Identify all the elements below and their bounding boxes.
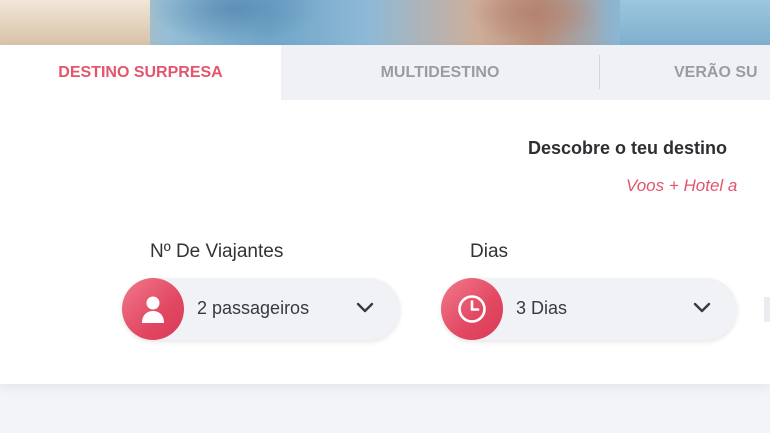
travellers-select[interactable]: 2 passageiros <box>122 278 400 340</box>
clock-icon <box>441 278 503 340</box>
days-value: 3 Dias <box>516 298 568 318</box>
person-icon <box>122 278 184 340</box>
tab-label: DESTINO SURPRESA <box>58 63 223 81</box>
tab-verao[interactable]: VERÃO SU <box>600 45 770 100</box>
subheadline: Voos + Hotel a <box>626 176 738 195</box>
page: DESTINO SURPRESA MULTIDESTINO VERÃO SU D… <box>0 0 770 433</box>
hero-image <box>0 0 770 45</box>
tab-destino-surpresa[interactable]: DESTINO SURPRESA <box>0 45 281 100</box>
travellers-label: Nº De Viajantes <box>150 241 284 262</box>
days-select[interactable]: 3 Dias <box>441 278 737 340</box>
travellers-value: 2 passageiros <box>197 298 310 318</box>
search-card: DESTINO SURPRESA MULTIDESTINO VERÃO SU D… <box>0 45 770 384</box>
tab-label: MULTIDESTINO <box>380 63 500 81</box>
tab-multidestino[interactable]: MULTIDESTINO <box>281 45 599 100</box>
days-label: Dias <box>470 241 509 262</box>
tab-label: VERÃO SU <box>674 63 758 81</box>
chevron-down-icon <box>356 302 374 313</box>
next-selector-edge[interactable] <box>764 297 770 322</box>
headline: Descobre o teu destino <box>528 138 728 158</box>
chevron-down-icon <box>693 302 711 313</box>
tab-bar: DESTINO SURPRESA MULTIDESTINO VERÃO SU <box>0 45 770 100</box>
